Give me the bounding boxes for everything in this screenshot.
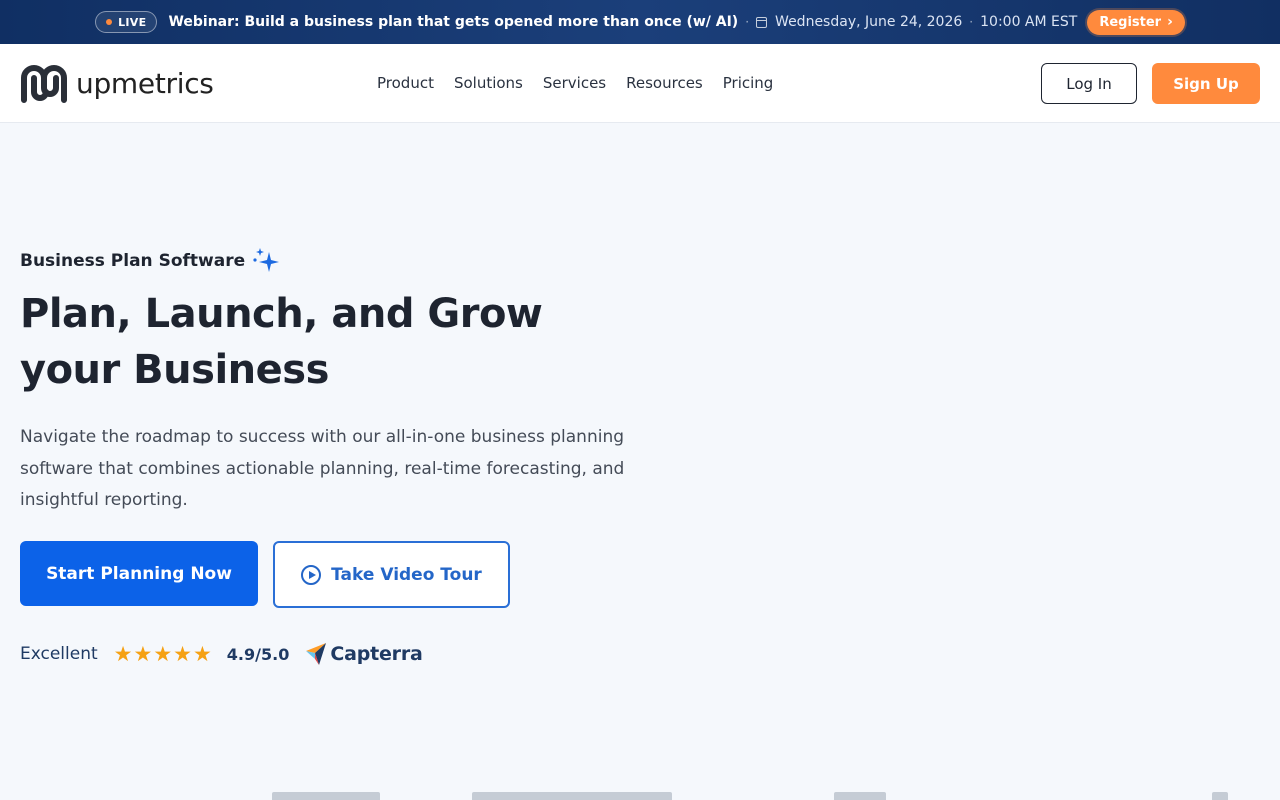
star-icon: ★ (113, 641, 133, 666)
rating-stars: ★ ★ ★ ★ ★ (113, 641, 212, 666)
eyebrow-text: Business Plan Software (20, 251, 246, 271)
client-logo (834, 792, 886, 800)
start-planning-button[interactable]: Start Planning Now (20, 541, 258, 606)
capterra-text: Capterra (330, 643, 423, 665)
star-icon: ★ (133, 641, 153, 666)
nav-item-solutions[interactable]: Solutions (454, 74, 523, 92)
signup-button[interactable]: Sign Up (1152, 63, 1260, 104)
star-icon: ★ (192, 641, 212, 666)
register-label: Register (1099, 14, 1162, 30)
nav-item-services[interactable]: Services (543, 74, 606, 92)
capterra-arrow-icon (306, 643, 327, 665)
star-icon: ★ (173, 641, 192, 666)
webinar-date: Wednesday, June 24, 2026 (775, 14, 963, 30)
capterra-logo[interactable]: Capterra (305, 642, 423, 666)
webinar-time: 10:00 AM EST (980, 14, 1078, 30)
live-label: LIVE (118, 15, 147, 29)
separator: · (745, 15, 750, 29)
play-circle-icon (301, 564, 322, 585)
video-tour-button[interactable]: Take Video Tour (273, 541, 510, 608)
rating-row: Excellent ★ ★ ★ ★ ★ 4.9/5.0 Capterra (20, 640, 423, 668)
nav-item-pricing[interactable]: Pricing (723, 74, 774, 92)
upmetrics-logo-icon (21, 65, 67, 103)
nav-item-product[interactable]: Product (377, 74, 434, 92)
rating-score: 4.9/5.0 (226, 644, 290, 664)
hero-eyebrow: Business Plan Software (20, 246, 281, 276)
video-tour-label: Take Video Tour (331, 564, 482, 585)
client-logo (472, 792, 672, 800)
hero-title: Plan, Launch, and Grow your Business (20, 291, 543, 393)
live-dot-icon (106, 19, 113, 25)
register-button[interactable]: Register › (1087, 9, 1185, 35)
star-icon: ★ (153, 641, 173, 666)
site-header: upmetrics Product Solutions Services Res… (0, 44, 1280, 123)
live-badge: LIVE (95, 11, 158, 33)
webinar-title[interactable]: Webinar: Build a business plan that gets… (168, 14, 738, 30)
sparkle-icon (253, 248, 280, 272)
hero-description: Navigate the roadmap to success with our… (20, 427, 625, 510)
client-logos-row (0, 786, 1280, 800)
logo-text: upmetrics (76, 66, 214, 100)
rating-label: Excellent (20, 644, 98, 664)
main-nav: Product Solutions Services Resources Pri… (377, 74, 773, 92)
logo[interactable]: upmetrics (20, 62, 214, 104)
calendar-icon (756, 16, 768, 28)
client-logo (1212, 792, 1228, 800)
login-button[interactable]: Log In (1041, 63, 1137, 104)
separator: · (969, 15, 974, 29)
announcement-bar: LIVE Webinar: Build a business plan that… (0, 0, 1280, 44)
client-logo (272, 792, 380, 800)
chevron-right-icon: › (1167, 14, 1173, 30)
nav-item-resources[interactable]: Resources (626, 74, 703, 92)
